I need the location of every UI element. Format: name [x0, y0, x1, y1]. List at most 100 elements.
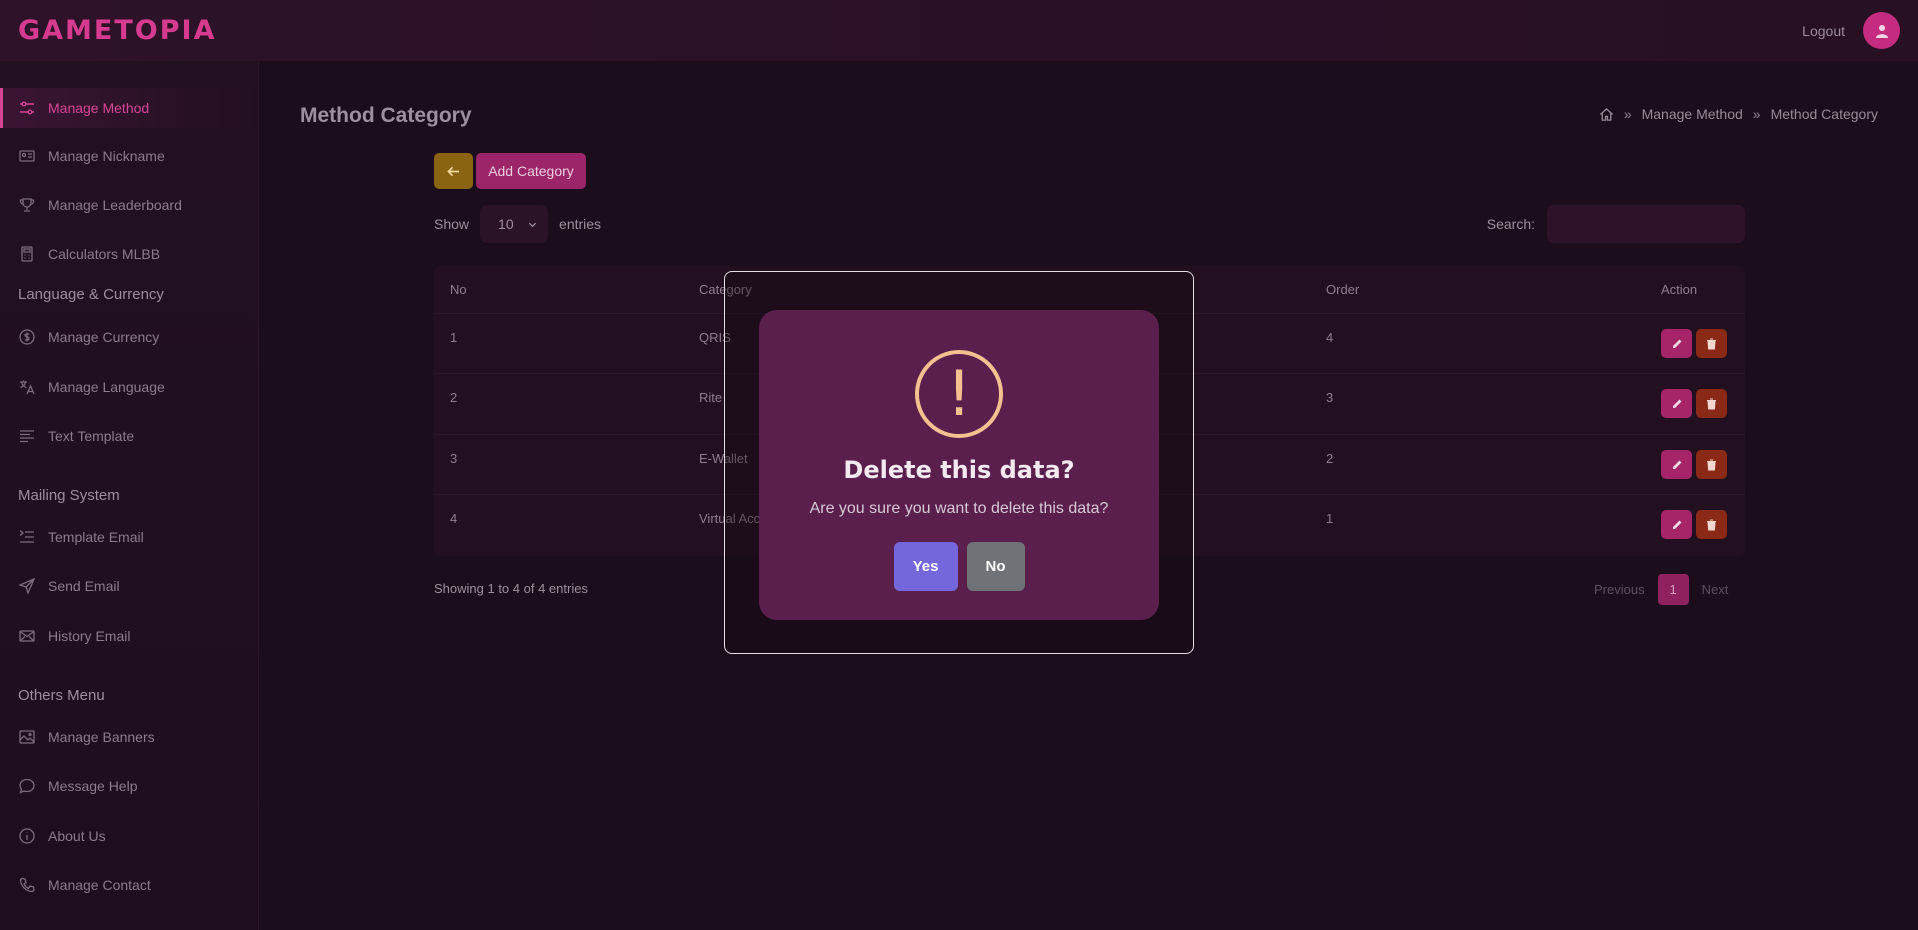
edit-button[interactable] — [1661, 389, 1692, 418]
sidebar: Manage Method Manage Nickname Manage Lea… — [0, 61, 259, 930]
breadcrumb-manage-method[interactable]: Manage Method — [1642, 106, 1743, 122]
sidebar-item-manage-nickname[interactable]: Manage Nickname — [0, 136, 259, 176]
header-order[interactable]: Order — [1326, 282, 1359, 297]
cell-no: 2 — [450, 390, 458, 405]
info-icon — [19, 828, 35, 844]
chat-icon — [19, 778, 35, 794]
breadcrumb-method-category: Method Category — [1770, 106, 1878, 122]
edit-button[interactable] — [1661, 329, 1692, 358]
delete-button[interactable] — [1696, 450, 1727, 479]
pager-previous[interactable]: Previous — [1594, 582, 1645, 597]
send-icon — [19, 578, 35, 594]
pager-page-1[interactable]: 1 — [1657, 574, 1689, 605]
yes-button[interactable]: Yes — [893, 542, 958, 591]
show-label: Show — [434, 216, 470, 232]
trophy-icon — [19, 198, 35, 212]
delete-button[interactable] — [1696, 389, 1727, 418]
dialog-actions: Yes No — [893, 542, 1025, 591]
sidebar-item-about-us[interactable]: About Us — [0, 816, 259, 856]
add-category-button[interactable]: Add Category — [476, 153, 586, 189]
sliders-icon — [20, 101, 34, 115]
cell-order: 3 — [1326, 390, 1334, 405]
sidebar-item-template-email[interactable]: Template Email — [0, 517, 259, 557]
breadcrumb: » Manage Method » Method Category — [1599, 106, 1878, 122]
align-left-icon — [20, 430, 34, 443]
sidebar-item-label: Manage Method — [48, 100, 150, 116]
home-icon[interactable] — [1599, 107, 1614, 122]
entries-select-value: 10 — [498, 216, 514, 232]
sidebar-item-manage-contact[interactable]: Manage Contact — [0, 865, 259, 905]
id-card-icon — [19, 150, 35, 162]
sidebar-item-manage-method[interactable]: Manage Method — [0, 88, 259, 128]
image-icon — [19, 730, 35, 744]
pencil-icon — [1672, 399, 1681, 408]
table-info: Showing 1 to 4 of 4 entries — [434, 581, 588, 596]
mail-icon — [19, 630, 35, 642]
search-control: Search: — [1487, 205, 1745, 243]
entries-length-control: Show 10 entries — [434, 205, 601, 243]
dialog-message: Are you sure you want to delete this dat… — [809, 500, 1109, 517]
search-input[interactable] — [1547, 205, 1745, 243]
no-button[interactable]: No — [966, 542, 1025, 591]
sidebar-item-label: Text Template — [48, 428, 135, 444]
sidebar-item-manage-currency[interactable]: Manage Currency — [0, 317, 259, 357]
user-icon — [1875, 24, 1888, 38]
dialog-title: Delete this data? — [843, 456, 1075, 484]
sidebar-item-label: About Us — [48, 828, 106, 844]
sidebar-item-label: Manage Banners — [48, 729, 155, 745]
dollar-circle-icon — [19, 329, 35, 345]
trash-icon — [1707, 459, 1716, 470]
phone-icon — [19, 877, 35, 893]
sidebar-item-manage-language[interactable]: Manage Language — [0, 367, 259, 407]
sidebar-item-label: Send Email — [48, 578, 120, 594]
back-button[interactable] — [434, 153, 473, 189]
translate-icon — [20, 380, 35, 395]
cell-no: 4 — [450, 511, 458, 526]
trash-icon — [1707, 338, 1716, 349]
pagination: Previous 1 Next — [1594, 574, 1728, 605]
top-right-actions: Logout — [1802, 12, 1900, 49]
sidebar-item-label: Manage Currency — [48, 329, 160, 345]
cell-category: Rite — [699, 390, 723, 405]
sidebar-item-label: Manage Nickname — [48, 148, 165, 164]
section-mailing-system: Mailing System — [18, 487, 120, 504]
chevron-double-right-icon: » — [1752, 106, 1761, 122]
sidebar-item-manage-leaderboard[interactable]: Manage Leaderboard — [0, 185, 259, 225]
sidebar-item-label: Manage Language — [48, 379, 165, 395]
arrow-left-icon — [447, 166, 460, 176]
cell-order: 2 — [1326, 451, 1334, 466]
chevron-down-icon — [528, 222, 537, 227]
logout-link[interactable]: Logout — [1802, 23, 1845, 39]
sidebar-item-message-help[interactable]: Message Help — [0, 766, 259, 806]
search-label: Search: — [1486, 216, 1535, 232]
edit-button[interactable] — [1661, 510, 1692, 539]
trash-icon — [1707, 398, 1716, 409]
header-no[interactable]: No — [450, 282, 467, 297]
top-bar: GAMETOPIA Logout — [0, 0, 1918, 61]
pencil-icon — [1672, 460, 1681, 469]
app-logo[interactable]: GAMETOPIA — [18, 15, 216, 46]
pencil-icon — [1672, 520, 1681, 529]
sidebar-item-history-email[interactable]: History Email — [0, 616, 259, 656]
sidebar-item-label: Message Help — [48, 778, 138, 794]
entries-select[interactable]: 10 — [480, 205, 549, 243]
delete-confirm-dialog: ! Delete this data? Are you sure you wan… — [759, 310, 1159, 620]
entries-label: entries — [559, 216, 602, 232]
avatar[interactable] — [1863, 12, 1900, 49]
delete-button[interactable] — [1696, 510, 1727, 539]
section-others-menu: Others Menu — [18, 687, 105, 704]
cell-no: 3 — [450, 451, 458, 466]
sidebar-item-label: History Email — [48, 628, 131, 644]
trash-icon — [1707, 519, 1716, 530]
sidebar-item-manage-banners[interactable]: Manage Banners — [0, 717, 259, 757]
sidebar-item-label: Calculators MLBB — [48, 246, 161, 262]
pager-next[interactable]: Next — [1702, 582, 1729, 597]
sidebar-item-text-template[interactable]: Text Template — [0, 416, 259, 456]
delete-button[interactable] — [1696, 329, 1727, 358]
edit-button[interactable] — [1661, 450, 1692, 479]
chevron-double-right-icon: » — [1623, 106, 1632, 122]
page-title: Method Category — [300, 104, 472, 127]
section-language-currency: Language & Currency — [18, 286, 164, 303]
sidebar-item-send-email[interactable]: Send Email — [0, 566, 259, 606]
sidebar-item-calculators-mlbb[interactable]: Calculators MLBB — [0, 234, 259, 274]
